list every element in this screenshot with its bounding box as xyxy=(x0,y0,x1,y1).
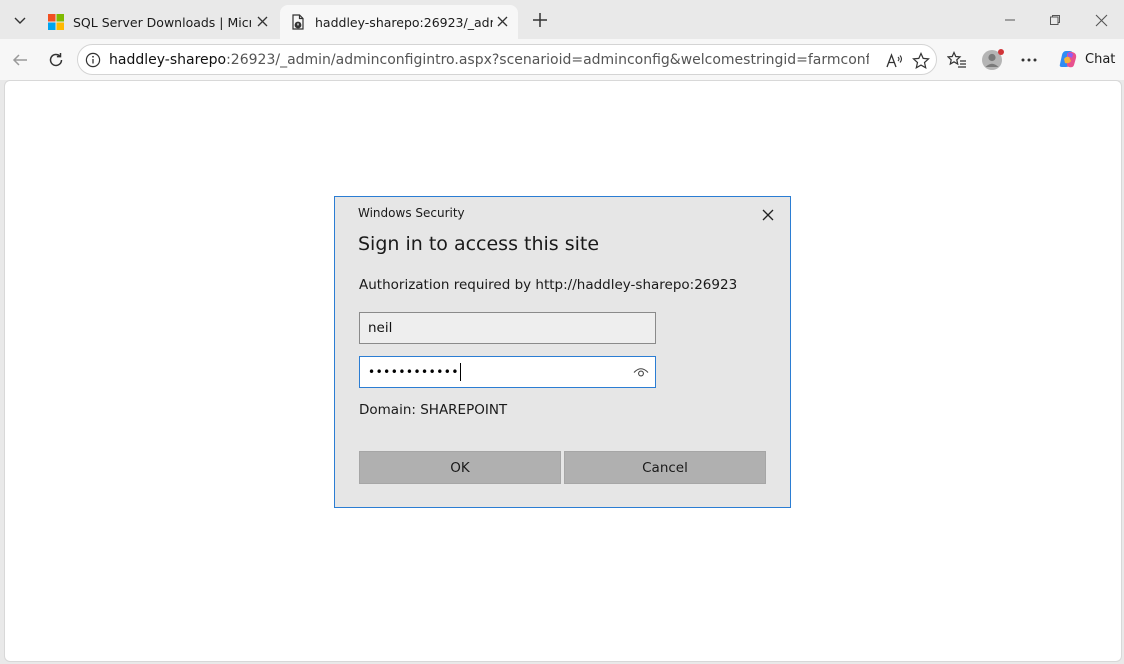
close-icon xyxy=(257,16,267,26)
url-text[interactable]: haddley-sharepo:26923/_admin/adminconfig… xyxy=(109,52,869,68)
chat-label: Chat xyxy=(1085,51,1116,67)
plus-icon xyxy=(533,13,547,27)
new-tab-button[interactable] xyxy=(526,6,554,34)
document-lock-icon xyxy=(292,14,304,30)
avatar xyxy=(982,49,1004,70)
star-icon xyxy=(912,52,930,70)
windows-security-dialog: Windows Security Sign in to access this … xyxy=(334,196,791,508)
tab-close-button[interactable] xyxy=(494,13,510,29)
dialog-heading: Sign in to access this site xyxy=(358,233,600,255)
back-button[interactable] xyxy=(5,45,35,75)
username-value: neil xyxy=(368,320,393,336)
favorite-button[interactable] xyxy=(910,50,932,72)
favorites-icon xyxy=(947,51,966,68)
password-field[interactable]: •••••••••••• xyxy=(359,356,656,388)
read-aloud-button[interactable] xyxy=(884,50,906,72)
close-icon xyxy=(497,16,507,26)
tab-title: SQL Server Downloads | Microsoft xyxy=(73,14,251,30)
tab-sharepoint-admin[interactable]: haddley-sharepo:26923/_admin/adminconfig… xyxy=(280,5,518,39)
tab-close-button[interactable] xyxy=(254,13,270,29)
address-bar[interactable]: haddley-sharepo:26923/_admin/adminconfig… xyxy=(77,44,937,75)
reveal-password-icon[interactable] xyxy=(633,365,649,379)
authorization-message: Authorization required by http://haddley… xyxy=(359,277,738,293)
cancel-button[interactable]: Cancel xyxy=(564,451,766,484)
copilot-icon xyxy=(1059,51,1077,68)
minimize-button[interactable] xyxy=(988,6,1032,34)
username-field[interactable]: neil xyxy=(359,312,656,344)
settings-more-button[interactable] xyxy=(1015,46,1043,74)
refresh-button[interactable] xyxy=(41,45,71,75)
browser-toolbar: haddley-sharepo:26923/_admin/adminconfig… xyxy=(0,39,1124,80)
more-horizontal-icon xyxy=(1021,58,1037,62)
close-icon xyxy=(1095,14,1107,26)
tab-actions-menu-button[interactable] xyxy=(6,6,34,34)
tab-title: haddley-sharepo:26923/_admin/adminconfig… xyxy=(315,14,493,30)
tab-sql-server-downloads[interactable]: SQL Server Downloads | Microsoft xyxy=(38,5,278,39)
close-window-button[interactable] xyxy=(1079,6,1123,34)
dialog-caption: Windows Security xyxy=(358,206,465,220)
restore-button[interactable] xyxy=(1033,6,1077,34)
tab-strip: SQL Server Downloads | Microsoft haddley… xyxy=(0,0,1124,39)
dialog-close-button[interactable] xyxy=(758,205,778,225)
url-host: haddley-sharepo xyxy=(109,51,227,68)
close-icon xyxy=(762,209,774,221)
profile-button[interactable] xyxy=(979,46,1007,74)
info-icon[interactable] xyxy=(85,52,101,68)
minimize-icon xyxy=(1005,19,1015,21)
refresh-icon xyxy=(49,53,63,67)
password-mask: •••••••••••• xyxy=(368,365,459,379)
microsoft-logo-icon xyxy=(48,14,64,30)
arrow-left-icon xyxy=(12,54,27,66)
ok-button[interactable]: OK xyxy=(359,451,561,484)
restore-icon xyxy=(1050,15,1060,25)
text-caret xyxy=(459,363,462,381)
chevron-down-icon xyxy=(14,17,26,24)
domain-label: Domain: SHAREPOINT xyxy=(359,402,508,418)
favorites-button[interactable] xyxy=(943,46,971,74)
copilot-chat-button[interactable]: Chat xyxy=(1052,44,1118,74)
read-aloud-icon xyxy=(886,53,903,68)
url-path: :26923/_admin/adminconfigintro.aspx?scen… xyxy=(226,51,869,68)
